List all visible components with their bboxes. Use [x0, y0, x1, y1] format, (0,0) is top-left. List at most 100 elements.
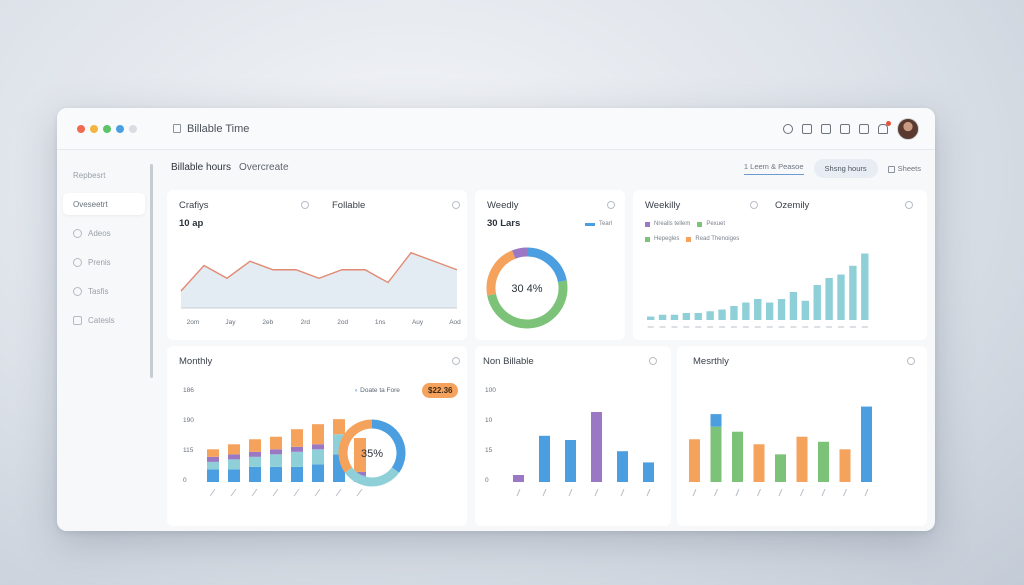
extra-dot[interactable] [116, 124, 124, 133]
monthly-bar-segment [312, 464, 324, 482]
folder-icon[interactable] [859, 124, 869, 134]
monthly-bar-segment [228, 459, 240, 470]
weekly-donut-slice [526, 247, 567, 283]
avatar[interactable] [897, 118, 919, 140]
sidebar-item-overview[interactable]: Oveseetrt [63, 193, 145, 215]
non-billable-bar [539, 435, 550, 482]
non-billable-bar [643, 462, 654, 482]
x-tick-mark [821, 488, 826, 497]
weekly-donut-slice [512, 247, 528, 259]
weekly-bar [813, 285, 821, 320]
weekly-bar [658, 314, 667, 320]
monthly-bar-segment [249, 456, 261, 467]
sidebar-item-tasfis[interactable]: Tasfis [63, 280, 145, 302]
monthly-donut-center-label: 35% [361, 448, 383, 460]
weekly-bar [754, 299, 762, 320]
main-content: Billable hours Overcreate 1 Leem & Peaso… [157, 150, 935, 531]
x-tick-mark [293, 488, 300, 497]
monthly-bar-segment [249, 451, 261, 457]
primary-button[interactable]: Shsng hours [813, 159, 878, 178]
close-dot[interactable] [77, 124, 85, 133]
monthly-2-bar-top [710, 414, 722, 427]
x-tick-mark [778, 488, 783, 497]
x-tick-label: 1ns [375, 319, 386, 326]
print-icon[interactable] [802, 124, 812, 134]
monthly-bar-segment [291, 451, 303, 467]
y-tick-label: 10 [485, 417, 493, 424]
x-tick-mark [251, 488, 258, 497]
sheets-label: Sheets [897, 164, 921, 173]
monthly-bar-segment [228, 469, 240, 482]
weekly-bars-chart [647, 253, 869, 328]
sheets-control[interactable]: Sheets [887, 164, 921, 173]
monthly-2-bar [861, 406, 872, 482]
weekly-donut-chart: 30 4% [486, 247, 568, 329]
filter-link[interactable]: 1 Leem & Peasoe [743, 162, 804, 175]
weekly-bar [801, 300, 810, 320]
monthly-2-card: Mesrthly [677, 346, 927, 526]
monthly-bar-segment [207, 449, 219, 457]
maximize-dot[interactable] [103, 124, 111, 133]
weekly-donut-slice [486, 250, 516, 296]
page-subtitle[interactable]: Overcreate [239, 162, 288, 173]
app-title-text: Billable Time [187, 122, 250, 135]
weekly-bar [730, 306, 738, 320]
weekly-bar [670, 314, 679, 320]
minimize-dot[interactable] [90, 124, 98, 133]
weekly-donut-center-label: 30 4% [511, 283, 542, 295]
sheet-icon [887, 165, 895, 173]
bell-icon[interactable] [878, 121, 891, 134]
non-billable-bar [513, 475, 524, 482]
x-tick-mark [843, 488, 847, 497]
monthly-2-chart [689, 406, 872, 497]
notification-badge [886, 121, 891, 126]
monthly-bar-segment [207, 469, 219, 482]
scrollbar[interactable] [150, 164, 153, 378]
x-tick-mark [230, 488, 237, 497]
sidebar-item-prenis[interactable]: Prenis [63, 251, 145, 273]
monthly-bar-segment [312, 444, 324, 450]
y-tick-label: 15 [485, 447, 493, 454]
search-icon[interactable] [783, 124, 793, 134]
sidebar-item-label: Adeos [88, 228, 111, 238]
document-icon [173, 124, 181, 133]
monthly-chart: 186 190 115 0 35% [183, 387, 406, 497]
lock-icon[interactable] [821, 124, 831, 134]
circle-icon [73, 286, 82, 296]
x-tick-mark [594, 488, 599, 497]
weekly-bar [825, 278, 833, 320]
copy-icon[interactable] [840, 124, 850, 134]
sidebar-item-catesls[interactable]: Catesls [63, 309, 145, 331]
extra-dot-gray[interactable] [129, 124, 137, 133]
x-tick-mark [757, 488, 761, 497]
sidebar-item-reports[interactable]: Repbesrt [63, 164, 145, 186]
weekly-bar [647, 316, 655, 320]
sidebar-item-label: Prenis [88, 257, 111, 267]
x-tick-mark [542, 488, 547, 497]
x-tick-mark [800, 488, 804, 497]
monthly-bar-segment [312, 424, 324, 445]
weekly-bar [682, 313, 691, 320]
weekly-donut-card: Weedly 30 Lars Tearl 30 4% [475, 190, 625, 340]
sidebar-item-label: Catesls [88, 315, 115, 325]
x-tick-mark [735, 488, 740, 497]
app-title: Billable Time [173, 123, 249, 135]
monthly-bar-segment [249, 466, 261, 482]
page-header: Billable hours Overcreate [171, 162, 289, 173]
monthly-bar-segment [207, 456, 219, 462]
header-controls: 1 Leem & Peasoe Shsng hours Sheets [743, 159, 921, 178]
sidebar-item-adeos[interactable]: Adeos [63, 222, 145, 244]
trend-card: Crafiys Follable 10 ap 2om Jay 2eb 2rd 2od 1n… [167, 190, 467, 340]
app-window: Billable Time Repbesrt Oveseetrt Adeos P… [57, 108, 935, 531]
circle-icon [73, 228, 82, 238]
weekly-bar [849, 265, 857, 320]
x-tick-label: 2eb [262, 319, 273, 326]
monthly-2-bar [818, 441, 829, 482]
monthly-bar-segment [291, 466, 303, 482]
y-tick-label: 190 [183, 417, 194, 424]
monthly-bar-segment [249, 439, 261, 452]
sidebar-item-label: Oveseetrt [73, 199, 108, 209]
x-tick-label: 2om [187, 319, 200, 326]
monthly-bar-segment [291, 429, 303, 447]
x-tick-mark [568, 488, 573, 497]
